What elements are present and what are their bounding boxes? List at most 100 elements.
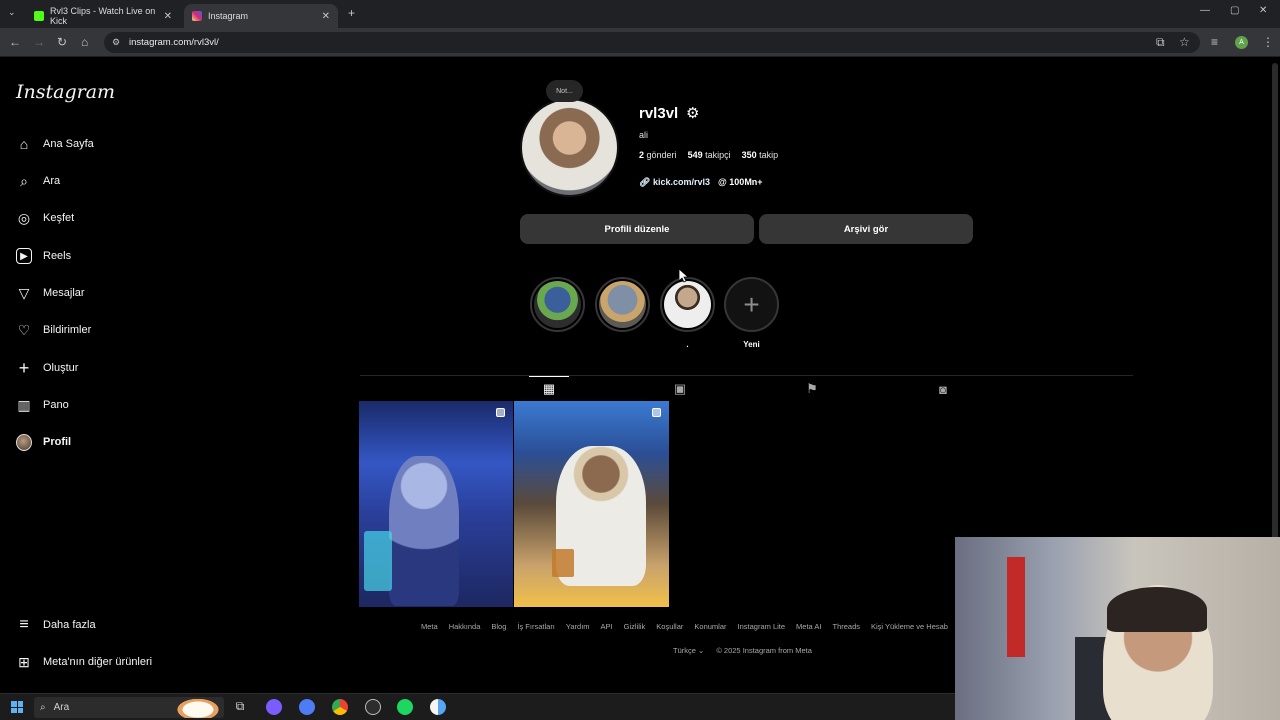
- link-icon: 🔗︎: [639, 177, 651, 187]
- reels-tab[interactable]: ▣: [660, 377, 700, 401]
- saved-tab[interactable]: ⚑: [792, 377, 832, 401]
- spotify-app-icon[interactable]: [397, 699, 413, 715]
- footer-links: Meta Hakkında Blog İş Fırsatları Yardım …: [421, 622, 948, 631]
- home-icon: ⌂: [19, 136, 29, 152]
- close-tab-icon[interactable]: ✕: [322, 11, 330, 22]
- sidebar-item-label: Mesajlar: [43, 287, 85, 299]
- sidebar-item-search[interactable]: ⌕ Ara: [16, 169, 60, 193]
- language-select[interactable]: Türkçe ⌄: [673, 646, 704, 655]
- install-app-icon[interactable]: ⧉: [1156, 35, 1165, 50]
- copyright: © 2025 Instagram from Meta: [716, 646, 812, 655]
- browser-profile-avatar[interactable]: A: [1235, 36, 1248, 49]
- footer-bottom: Türkçe ⌄ © 2025 Instagram from Meta: [673, 646, 812, 655]
- bookmark-star-icon[interactable]: ☆: [1179, 35, 1190, 49]
- post-thumbnail[interactable]: [514, 401, 669, 607]
- forward-icon[interactable]: →: [33, 35, 45, 49]
- back-icon[interactable]: ←: [9, 35, 21, 49]
- posts-tab[interactable]: ▦: [529, 376, 569, 400]
- close-window-icon[interactable]: ✕: [1259, 5, 1267, 16]
- kick-favicon-icon: [34, 11, 44, 21]
- footer-link[interactable]: Threads: [832, 622, 860, 631]
- reload-icon[interactable]: ↻: [57, 35, 67, 49]
- heart-icon: ♡: [17, 321, 31, 338]
- footer-link[interactable]: Meta AI: [796, 622, 821, 631]
- sidebar-item-label: Oluştur: [43, 362, 79, 374]
- sidebar-item-more[interactable]: ≡ Daha fazla: [16, 613, 95, 637]
- settings-gear-icon[interactable]: ⚙: [686, 104, 699, 122]
- sidebar-item-explore[interactable]: ◎ Keşfet: [16, 206, 74, 230]
- tagged-tab[interactable]: ◙: [923, 377, 963, 401]
- site-info-icon[interactable]: ⚙: [112, 37, 120, 48]
- footer-link[interactable]: Konumlar: [694, 622, 726, 631]
- profile-avatar[interactable]: [520, 98, 619, 197]
- post-image-subject: [389, 456, 459, 606]
- chrome-app-icon[interactable]: [332, 699, 348, 715]
- footer-link[interactable]: Koşullar: [656, 622, 683, 631]
- footer-link[interactable]: İş Fırsatları: [517, 622, 555, 631]
- app-icon[interactable]: [299, 699, 315, 715]
- maximize-icon[interactable]: ▢: [1230, 5, 1239, 16]
- sidebar-item-label: Ara: [43, 175, 61, 187]
- footer-link[interactable]: Hakkında: [449, 622, 481, 631]
- media-controls-icon[interactable]: ≡: [1211, 35, 1218, 49]
- note-bubble[interactable]: Not...: [546, 80, 583, 102]
- search-highlight-image: [174, 697, 222, 718]
- sidebar-item-home[interactable]: ⌂ Ana Sayfa: [16, 132, 94, 156]
- view-archive-button[interactable]: Arşivi gör: [759, 214, 973, 244]
- tab-kick[interactable]: Rvl3 Clips - Watch Live on Kick ✕: [26, 4, 180, 28]
- story-highlight[interactable]: [660, 277, 715, 332]
- windows-start-icon[interactable]: [11, 701, 23, 713]
- tab-instagram[interactable]: Instagram ✕: [184, 4, 338, 28]
- footer-link[interactable]: API: [601, 622, 613, 631]
- address-bar-row: ← → ↻ ⌂ ⚙ instagram.com/rvl3vl/ ⧉ ☆ ≡ A …: [0, 28, 1280, 57]
- post-thumbnail[interactable]: [359, 401, 513, 607]
- sidebar-item-meta-products[interactable]: ⊞ Meta'nın diğer ürünleri: [16, 650, 152, 674]
- footer-link[interactable]: Gizlilik: [624, 622, 646, 631]
- sidebar-item-reels[interactable]: ▶ Reels: [16, 244, 71, 268]
- footer-link[interactable]: Meta: [421, 622, 438, 631]
- app-icon[interactable]: [430, 699, 446, 715]
- sidebar-item-dashboard[interactable]: ▥ Pano: [16, 393, 68, 417]
- url-field[interactable]: ⚙ instagram.com/rvl3vl/: [104, 32, 1200, 53]
- sidebar-item-create[interactable]: + Oluştur: [16, 356, 79, 380]
- obs-app-icon[interactable]: [365, 699, 381, 715]
- story-highlight[interactable]: [595, 277, 650, 332]
- minimize-icon[interactable]: —: [1200, 5, 1210, 16]
- instagram-logo[interactable]: Instagram: [16, 81, 115, 103]
- discord-app-icon[interactable]: [266, 699, 282, 715]
- browser-menu-icon[interactable]: ⋮: [1262, 35, 1274, 49]
- threads-badge[interactable]: @ 100Mn+: [718, 177, 763, 188]
- profile-username: rvl3vl: [639, 105, 679, 122]
- menu-icon: ≡: [19, 616, 29, 633]
- footer-link[interactable]: Yardım: [566, 622, 590, 631]
- webcam-overlay: [955, 537, 1280, 720]
- threads-icon: @: [718, 177, 727, 187]
- sidebar-item-profile[interactable]: Profil: [16, 430, 71, 454]
- taskbar-search[interactable]: ⌕ Ara: [34, 697, 224, 718]
- tab-search-icon[interactable]: ⌄: [8, 7, 16, 18]
- highlight-label: Yeni: [743, 340, 760, 349]
- webcam-flag: [1007, 557, 1025, 657]
- grid-icon: ▦: [542, 380, 556, 396]
- profile-avatar-icon: [16, 433, 32, 451]
- story-highlight[interactable]: [530, 277, 585, 332]
- bio-link[interactable]: 🔗︎ kick.com/rvl3: [639, 177, 710, 188]
- footer-link[interactable]: Instagram Lite: [738, 622, 786, 631]
- sidebar-item-messages[interactable]: ▽ Mesajlar: [16, 281, 85, 305]
- following-stat[interactable]: 350 takip: [742, 150, 779, 160]
- followers-stat[interactable]: 549 takipçi: [688, 150, 731, 160]
- footer-link[interactable]: Kişi Yükleme ve Hesab: [871, 622, 948, 631]
- task-view-icon[interactable]: ⧉: [232, 699, 248, 715]
- url-text: instagram.com/rvl3vl/: [129, 37, 219, 48]
- footer-link[interactable]: Blog: [491, 622, 506, 631]
- close-tab-icon[interactable]: ✕: [164, 11, 172, 22]
- browser-tab-strip: ⌄ Rvl3 Clips - Watch Live on Kick ✕ Inst…: [0, 0, 1280, 28]
- plus-icon: +: [18, 357, 30, 378]
- home-icon[interactable]: ⌂: [81, 35, 88, 49]
- edit-profile-button[interactable]: Profili düzenle: [520, 214, 754, 244]
- post-image-glass: [364, 531, 392, 591]
- sidebar-item-notifications[interactable]: ♡ Bildirimler: [16, 318, 92, 342]
- new-tab-icon[interactable]: +: [348, 6, 355, 20]
- new-highlight-button[interactable]: +: [724, 277, 779, 332]
- profile-tabs: ▦ ▣ ⚑ ◙: [360, 375, 1133, 401]
